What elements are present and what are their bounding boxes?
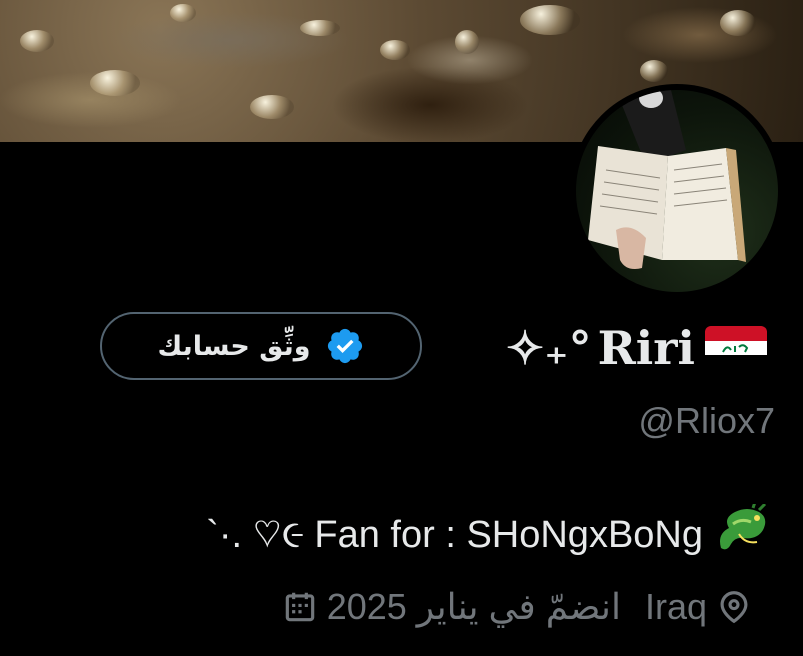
- verify-button-label: وثِّق حسابك: [157, 330, 311, 362]
- avatar-image: [576, 90, 778, 292]
- location-pin-icon: [715, 588, 753, 626]
- joined-date-text: انضمّ في يناير 2025: [326, 586, 621, 627]
- banner-texture: [720, 10, 756, 36]
- banner-texture: [20, 30, 54, 52]
- banner-texture: [250, 95, 294, 119]
- banner-texture: [640, 60, 668, 82]
- verify-account-button[interactable]: وثِّق حسابك: [100, 312, 422, 380]
- banner-texture: [170, 4, 196, 22]
- display-name: ✧₊° Riri: [506, 318, 767, 378]
- verified-badge-icon: [325, 326, 365, 366]
- banner-texture: [90, 70, 140, 96]
- profile-bio: `·. ♡︎૯ Fan for : SHoNgxBoNg: [206, 501, 773, 566]
- profile-avatar[interactable]: [570, 84, 784, 298]
- bio-text: Fan for : SHoNgxBoNg: [314, 513, 703, 556]
- iraq-flag-icon: [705, 326, 767, 370]
- display-name-text: Riri: [597, 321, 695, 375]
- location-text: Iraq: [644, 586, 707, 627]
- dragon-icon: [713, 501, 773, 566]
- banner-texture: [380, 40, 410, 60]
- location: Iraq: [645, 586, 753, 628]
- calendar-icon: [281, 588, 319, 626]
- banner-texture: [455, 30, 479, 54]
- banner-texture: [300, 20, 340, 36]
- name-decoration: ✧₊°: [505, 321, 592, 375]
- bio-prefix: `·. ♡︎૯: [206, 513, 305, 556]
- profile-meta: انضمّ في يناير 2025 Iraq: [281, 586, 753, 628]
- profile-handle: @Rliox7: [638, 400, 775, 441]
- avatar-photo: [588, 90, 746, 269]
- banner-texture: [520, 5, 580, 35]
- joined-date: انضمّ في يناير 2025: [281, 586, 621, 628]
